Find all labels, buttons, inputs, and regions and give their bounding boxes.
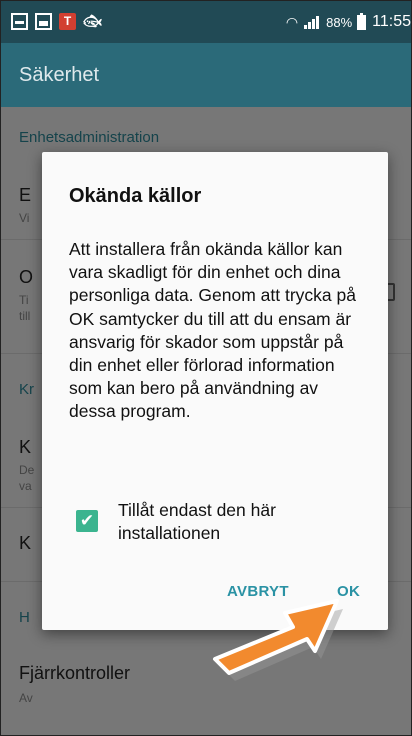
dialog-message: Att installera från okända källor kan va… [69, 239, 356, 422]
checkmark-icon: ✔ [79, 511, 95, 530]
phone-screen: T 🐟︎ ◠ 88% 11:55 Säkerhet Enhetsadminist… [0, 0, 412, 736]
gallery-icon [35, 13, 52, 30]
page-title: Säkerhet [19, 64, 100, 86]
allow-once-label: Tillåt endast den här installationen [118, 500, 276, 543]
dialog-title: Okända källor [69, 185, 202, 207]
fish-app-icon: 🐟︎ [83, 13, 103, 30]
t-app-icon: T [59, 13, 76, 30]
unknown-sources-dialog: Okända källor Att installera från okända… [42, 152, 388, 630]
battery-percent: 88% [326, 14, 353, 30]
status-bar: T 🐟︎ ◠ 88% 11:55 [1, 1, 411, 43]
pointer-arrow-icon [213, 599, 343, 681]
wifi-icon: ◠ [285, 13, 299, 30]
signal-icon [304, 15, 320, 29]
notification-square-icon [11, 13, 28, 30]
allow-once-checkbox-row[interactable]: ✔ Tillåt endast den här installationen [76, 499, 366, 549]
battery-icon [357, 12, 367, 30]
allow-once-checkbox[interactable]: ✔ [76, 510, 98, 532]
app-bar: Säkerhet [1, 43, 411, 107]
clock: 11:55 [372, 13, 411, 30]
